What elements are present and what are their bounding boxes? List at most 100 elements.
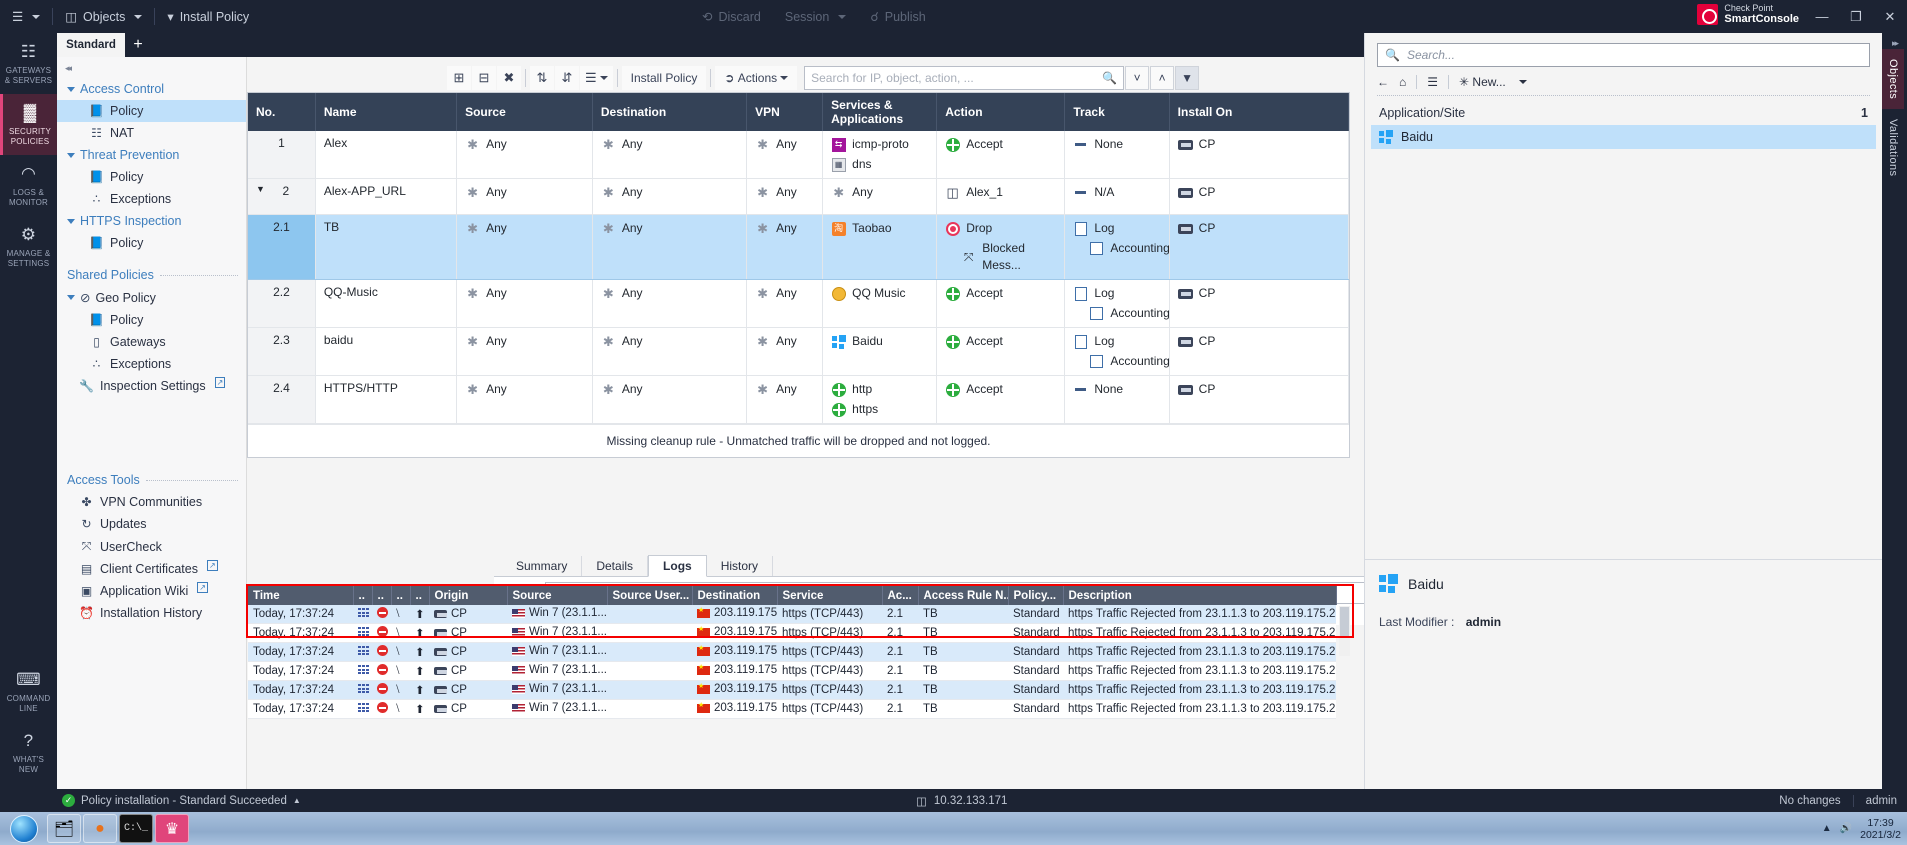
rule-destination[interactable]: ✱ Any — [592, 178, 748, 215]
col-action[interactable]: Action — [936, 93, 1066, 131]
nav-item-nat[interactable]: ☷ NAT — [57, 122, 246, 144]
table-row[interactable]: Today, 17:37:24 ⧵ ⬆ CP Win 7 (23.1.1... … — [248, 642, 1336, 662]
rule-install-on[interactable]: CP — [1169, 178, 1350, 215]
rule-track[interactable]: Log Accounting — [1064, 327, 1170, 376]
object-list-item-baidu[interactable]: Baidu — [1371, 125, 1876, 149]
logcol-icon-1[interactable]: .. — [353, 586, 373, 605]
tab-history[interactable]: History — [707, 556, 774, 576]
more-menu-icon[interactable]: ☰ — [580, 66, 613, 90]
rule-destination[interactable]: ✱ Any — [592, 214, 748, 280]
rail-item-whats-new[interactable]: ? WHAT'S NEW — [0, 722, 57, 783]
table-row[interactable]: Today, 17:37:24 ⧵ ⬆ CP Win 7 (23.1.1... … — [248, 661, 1336, 681]
vtab-validations[interactable]: Validations — [1882, 109, 1904, 186]
logcol-service[interactable]: Service — [777, 586, 883, 605]
collapse-panel-button[interactable]: ◂◂ — [57, 57, 246, 78]
logcol-time[interactable]: Time — [248, 586, 354, 605]
rule-install-on[interactable]: CP — [1169, 375, 1350, 424]
discard-button[interactable]: ⟲ Discard — [690, 0, 773, 33]
rule-install-on[interactable]: CP — [1169, 214, 1350, 280]
rule-services[interactable]: QQ Music — [822, 279, 938, 328]
rule-destination[interactable]: ✱ Any — [592, 327, 748, 376]
logcol-source-user[interactable]: Source User... — [607, 586, 693, 605]
nav-item-https-policy[interactable]: 📘 Policy — [57, 232, 246, 254]
rule-vpn[interactable]: ✱ Any — [746, 327, 824, 376]
install-policy-button[interactable]: Install Policy — [621, 66, 707, 90]
rule-install-on[interactable]: CP — [1169, 131, 1350, 179]
rule-source[interactable]: ✱ Any — [456, 178, 593, 215]
rule-destination[interactable]: ✱ Any — [592, 131, 748, 179]
rail-item-security-policies[interactable]: ▓ SECURITY POLICIES — [0, 94, 57, 155]
table-row[interactable]: 2.3 baidu ✱ Any ✱ Any ✱ Any Baidu Accept Lo… — [248, 327, 1350, 376]
tab-details[interactable]: Details — [582, 556, 649, 576]
rule-track[interactable]: None — [1064, 131, 1170, 179]
rule-action[interactable]: Accept — [936, 279, 1066, 328]
rail-item-logs-monitor[interactable]: ◠ LOGS & MONITOR — [0, 155, 57, 216]
table-row[interactable]: 2.4 HTTPS/HTTP ✱ Any ✱ Any ✱ Any http https… — [248, 375, 1350, 424]
start-button[interactable] — [2, 813, 46, 844]
chevron-up-icon[interactable]: ▲ — [293, 796, 301, 805]
logcol-access-rule-name[interactable]: Access Rule N... — [918, 586, 1009, 605]
rule-destination[interactable]: ✱ Any — [592, 375, 748, 424]
nav-item-application-wiki[interactable]: ▣ Application Wiki ↗ — [57, 580, 246, 602]
rule-name[interactable]: Alex — [315, 131, 458, 179]
expand-all-icon[interactable]: ⇅ — [530, 66, 554, 90]
table-row[interactable]: Today, 17:37:24 ⧵ ⬆ CP Win 7 (23.1.1... … — [248, 623, 1336, 643]
filter-icon[interactable]: ▼ — [1175, 66, 1200, 90]
rule-name[interactable]: Alex-APP_URL — [315, 178, 458, 215]
expand-panel-button[interactable]: ▸▸ — [1882, 33, 1907, 49]
logcol-source[interactable]: Source — [507, 586, 608, 605]
rule-action[interactable]: ◫ Alex_1 — [936, 178, 1066, 215]
col-source[interactable]: Source — [456, 93, 593, 131]
collapse-all-icon[interactable]: ⇵ — [555, 66, 579, 90]
rule-action[interactable]: Accept — [936, 131, 1066, 179]
search-icon[interactable]: 🔍 — [1102, 71, 1117, 85]
rule-track[interactable]: None — [1064, 375, 1170, 424]
firefox-icon[interactable]: ● — [83, 814, 117, 843]
rail-item-manage-settings[interactable]: ⚙ MANAGE & SETTINGS — [0, 216, 57, 277]
rail-item-command-line[interactable]: ⌨ COMMAND LINE — [0, 661, 57, 722]
rule-services[interactable]: http https — [822, 375, 938, 424]
chevron-down-icon[interactable]: ▼ — [256, 184, 265, 194]
rule-install-on[interactable]: CP — [1169, 327, 1350, 376]
tab-standard[interactable]: Standard — [57, 33, 125, 57]
rule-services[interactable]: 淘 Taobao — [822, 214, 938, 280]
rule-name[interactable]: baidu — [315, 327, 458, 376]
rule-track[interactable]: Log Accounting — [1064, 279, 1170, 328]
nav-item-inspection-settings[interactable]: 🔧 Inspection Settings ↗ — [57, 375, 246, 397]
nav-item-installation-history[interactable]: ⏰ Installation History — [57, 602, 246, 624]
maximize-button[interactable]: ❐ — [1839, 0, 1873, 33]
nav-item-threat-exceptions[interactable]: ∴ Exceptions — [57, 188, 246, 210]
rule-services[interactable]: ⇆ icmp-proto ▦ dns — [822, 131, 938, 179]
rule-track[interactable]: Log Accounting — [1064, 214, 1170, 280]
taskbar-clock[interactable]: 17:39 2021/3/2 — [1860, 817, 1901, 841]
col-services-applications[interactable]: Services & Applications — [822, 93, 938, 131]
nav-item-updates[interactable]: ↻ Updates — [57, 513, 246, 535]
new-object-button[interactable]: ✳ New... — [1459, 75, 1506, 89]
rule-services[interactable]: ✱ Any — [822, 178, 938, 215]
nav-item-geo-policy-policy[interactable]: 📘 Policy — [57, 309, 246, 331]
smartconsole-icon[interactable]: ♛ — [155, 814, 189, 843]
app-menu-button[interactable]: ☰ — [0, 0, 52, 33]
rule-search-box[interactable]: 🔍 — [804, 66, 1125, 90]
rule-source[interactable]: ✱ Any — [456, 279, 593, 328]
nav-item-access-control-policy[interactable]: 📘 Policy — [57, 100, 246, 122]
table-row[interactable]: ▼ 2 Alex-APP_URL ✱ Any ✱ Any ✱ Any ✱ Any ◫ Ale… — [248, 178, 1350, 215]
table-row[interactable]: Today, 17:37:24 ⧵ ⬆ CP Win 7 (23.1.1... … — [248, 680, 1336, 700]
logcol-ac[interactable]: Ac... — [882, 586, 919, 605]
logcol-icon-4[interactable]: .. — [410, 586, 430, 605]
nav-item-geo-exceptions[interactable]: ∴ Exceptions — [57, 353, 246, 375]
nav-item-client-certificates[interactable]: ▤ Client Certificates ↗ — [57, 558, 246, 580]
session-button[interactable]: Session — [773, 0, 858, 33]
rule-vpn[interactable]: ✱ Any — [746, 178, 824, 215]
rule-vpn[interactable]: ✱ Any — [746, 214, 824, 280]
rule-services[interactable]: Baidu — [822, 327, 938, 376]
rule-search-input[interactable] — [811, 71, 1103, 85]
publish-button[interactable]: ☌ Publish — [858, 0, 937, 33]
explorer-icon[interactable]: 🗂 — [47, 814, 81, 843]
rail-item-gateways-servers[interactable]: ☷ GATEWAYS & SERVERS — [0, 33, 57, 94]
col-destination[interactable]: Destination — [592, 93, 748, 131]
vtab-objects[interactable]: Objects — [1882, 49, 1904, 110]
rule-name[interactable]: HTTPS/HTTP — [315, 375, 458, 424]
add-rule-below-icon[interactable]: ⊞ — [447, 66, 471, 90]
col-vpn[interactable]: VPN — [746, 93, 824, 131]
